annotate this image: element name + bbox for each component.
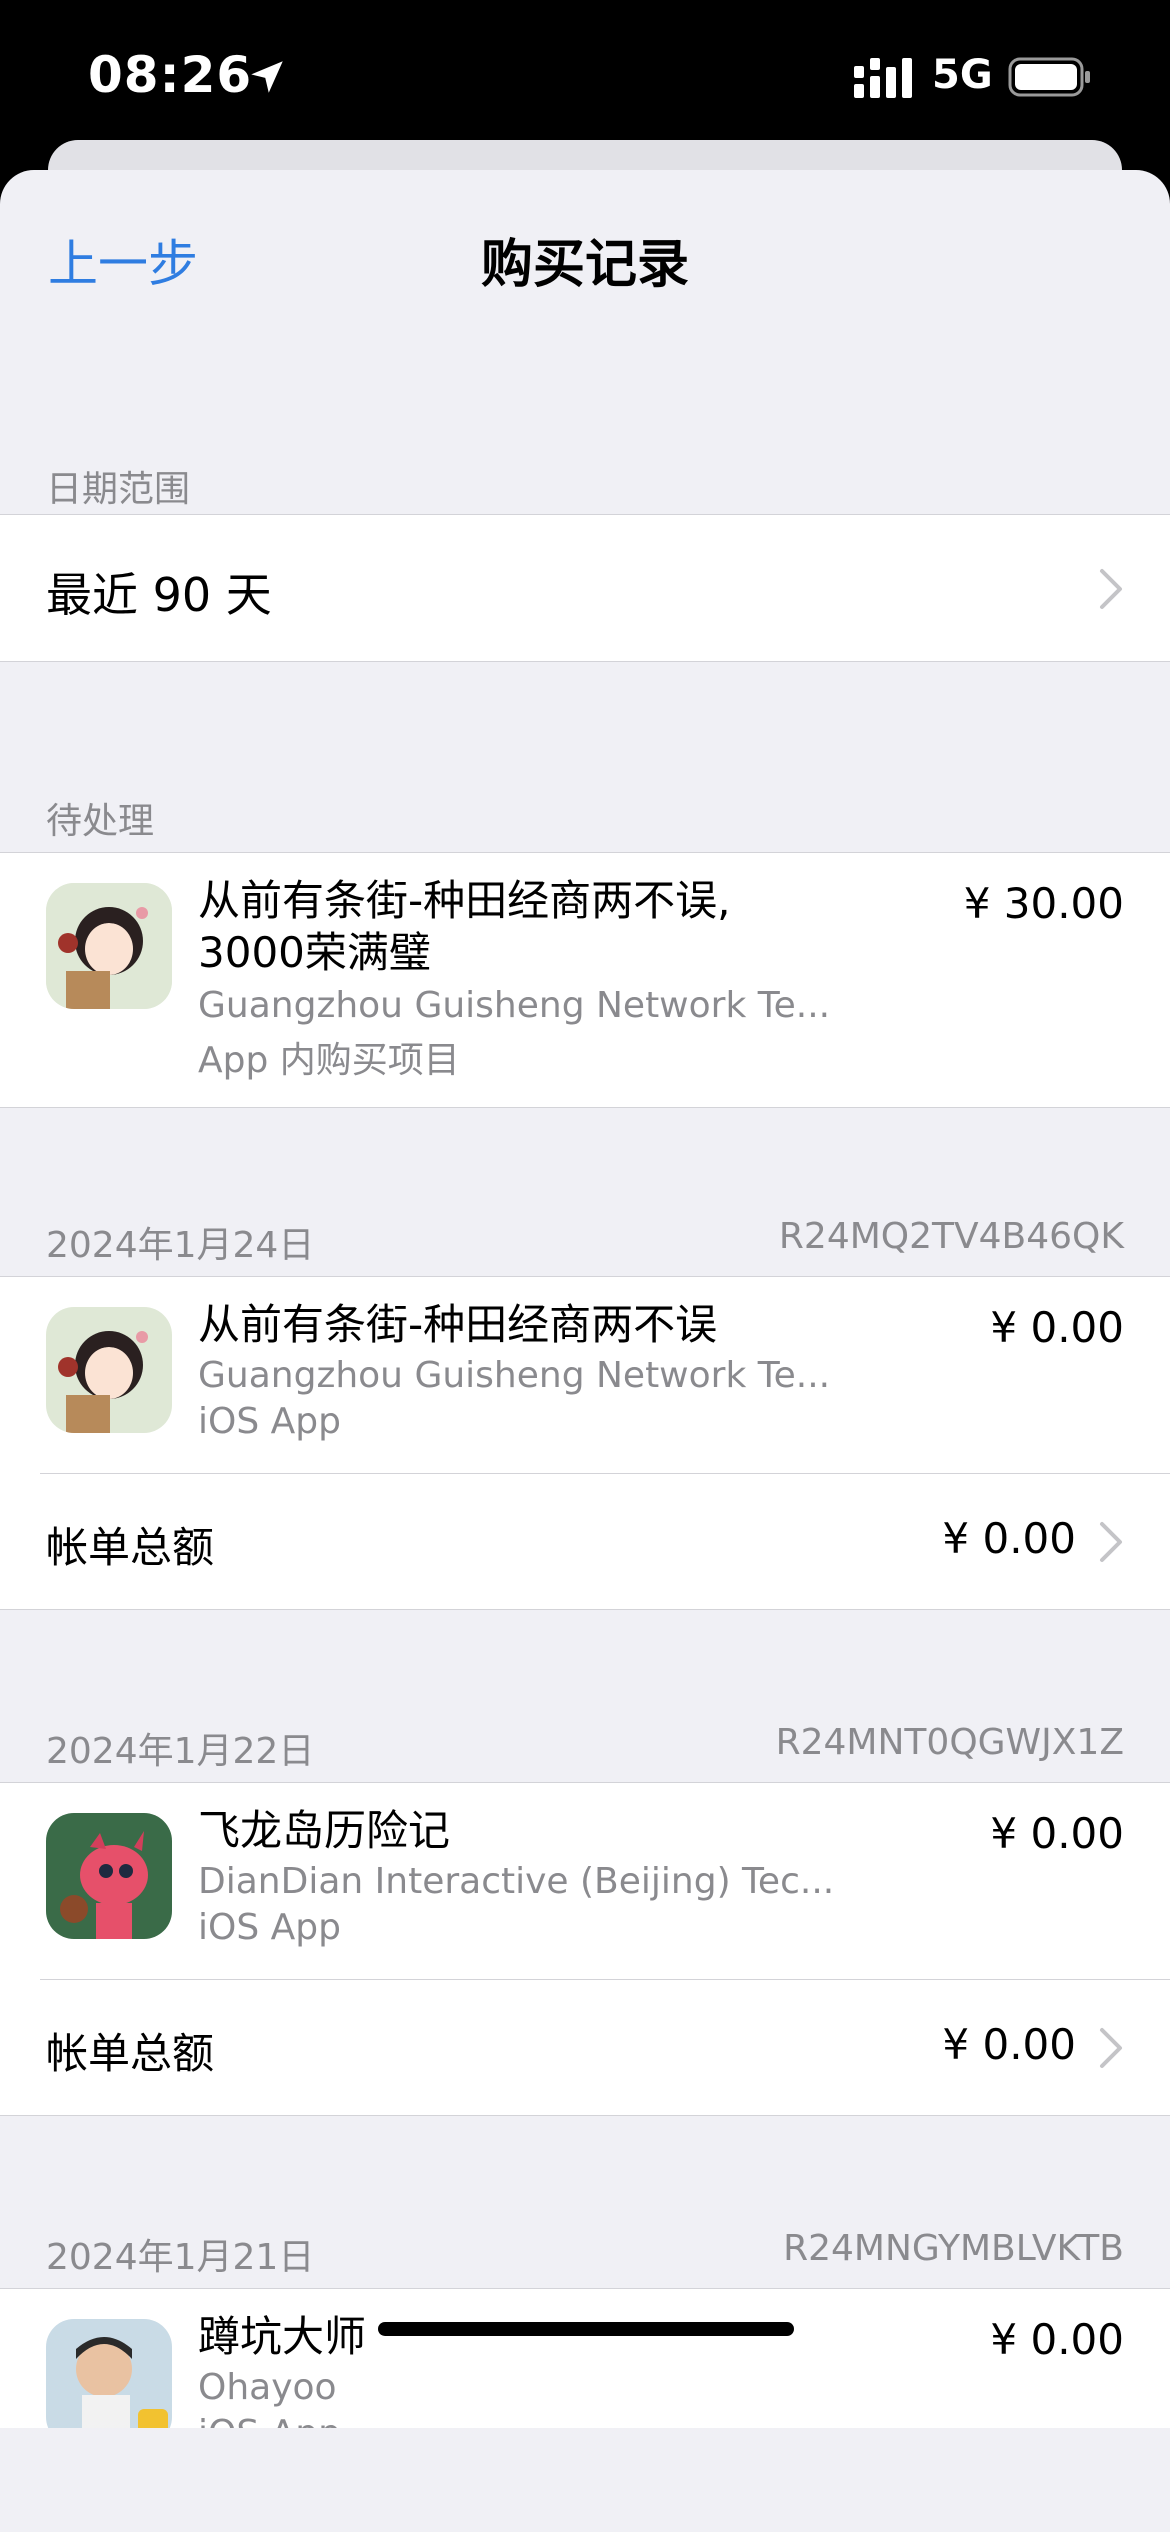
bill-total-value: ¥ 0.00 [942, 1514, 1076, 1563]
home-indicator[interactable] [378, 2322, 794, 2336]
status-time: 08:26 [88, 46, 253, 104]
order-item-developer: Guangzhou Guisheng Network Te... [198, 1355, 831, 1396]
order-item-developer: DianDian Interactive (Beijing) Tec... [198, 1861, 835, 1902]
order-item-title[interactable]: 飞龙岛历险记 [198, 1805, 898, 1857]
order-date: 2024年1月21日 [46, 2237, 315, 2278]
chevron-right-icon [1100, 569, 1122, 609]
order-date: 2024年1月24日 [46, 1225, 315, 1266]
chevron-right-icon [1100, 1522, 1122, 1562]
bill-total-label: 帐单总额 [46, 2029, 215, 2078]
pending-item-title-line1: 从前有条街-种田经商两不误, [198, 876, 731, 925]
app-icon-toilet-master [46, 2319, 172, 2445]
order-date: 2024年1月22日 [46, 1731, 315, 1772]
order-item-price: ¥ 0.00 [990, 1809, 1124, 1858]
order-item-title[interactable]: 蹲坑大师 [198, 2311, 898, 2363]
bill-total-row[interactable]: 帐单总额 ¥ 0.00 [0, 1980, 1170, 2116]
bill-total-row[interactable]: 帐单总额 ¥ 0.00 [0, 1474, 1170, 1610]
status-bar: 08:26 5G [0, 0, 1170, 150]
order-item-kind: iOS App [198, 1907, 341, 1948]
pending-item[interactable]: 从前有条街-种田经商两不误, 3000荣满璧 Guangzhou Guishen… [0, 852, 1170, 1108]
pending-item-title-line2: 3000荣满璧 [198, 928, 431, 977]
date-range-value: 最近 90 天 [46, 568, 272, 622]
location-arrow-icon [251, 61, 283, 93]
order-card: 从前有条街-种田经商两不误 Guangzhou Guisheng Network… [0, 1276, 1170, 1610]
pending-header: 待处理 [46, 801, 155, 842]
bill-total-label: 帐单总额 [46, 1523, 215, 1572]
order-item-kind: iOS App [198, 1401, 341, 1442]
network-type: 5G [932, 52, 993, 98]
bottom-safe-area [0, 2428, 1170, 2532]
app-icon-street [46, 883, 172, 1009]
order-id: R24MNGYMBLVKTB [783, 2228, 1124, 2269]
order-card: 飞龙岛历险记 DianDian Interactive (Beijing) Te… [0, 1782, 1170, 2116]
pending-item-price: ¥ 30.00 [963, 879, 1124, 928]
order-id: R24MNT0QGWJX1Z [775, 1722, 1124, 1763]
purchase-history-sheet: 上一步 购买记录 日期范围 最近 90 天 待处理 从前有条街-种田经商两不误,… [0, 170, 1170, 2532]
bill-total-value: ¥ 0.00 [942, 2020, 1076, 2069]
order-item-price: ¥ 0.00 [990, 2315, 1124, 2364]
pending-item-developer: Guangzhou Guisheng Network Te... [198, 985, 831, 1026]
date-range-header: 日期范围 [46, 469, 191, 510]
page-title: 购买记录 [480, 235, 689, 295]
app-icon-dragon [46, 1813, 172, 1939]
battery-icon [1008, 57, 1090, 97]
pending-item-kind: App 内购买项目 [198, 1040, 460, 1081]
order-id: R24MQ2TV4B46QK [778, 1216, 1124, 1257]
order-item-price: ¥ 0.00 [990, 1303, 1124, 1352]
order-item-developer: Ohayoo [198, 2367, 337, 2408]
chevron-right-icon [1100, 2028, 1122, 2068]
app-icon-street [46, 1307, 172, 1433]
order-item-title[interactable]: 从前有条街-种田经商两不误 [198, 1299, 898, 1351]
date-range-row[interactable]: 最近 90 天 [0, 514, 1170, 662]
cellular-signal-icon [854, 58, 912, 98]
